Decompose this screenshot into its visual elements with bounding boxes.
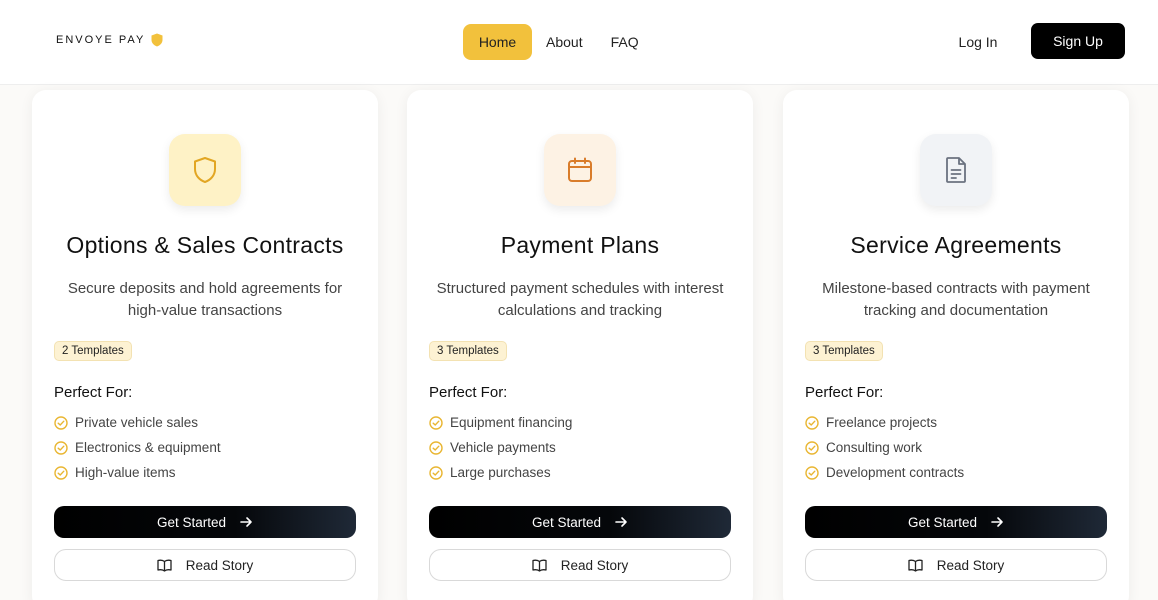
feature-item: Large purchases	[429, 465, 551, 480]
feature-label: Development contracts	[826, 465, 965, 480]
category-card-payment-plans: Payment Plans Structured payment schedul…	[407, 90, 753, 600]
card-icon-box	[169, 134, 241, 206]
card-description: Structured payment schedules with intere…	[436, 280, 724, 319]
check-circle-icon	[805, 465, 819, 480]
get-started-label: Get Started	[156, 514, 227, 530]
document-icon	[946, 157, 966, 183]
main-nav: Home About FAQ	[463, 24, 653, 60]
get-started-label: Get Started	[907, 514, 978, 530]
login-link[interactable]: Log In	[944, 24, 1012, 60]
read-story-label: Read Story	[560, 557, 629, 573]
nav-home-link[interactable]: Home	[463, 24, 532, 60]
feature-label: Large purchases	[450, 465, 551, 480]
check-circle-icon	[54, 465, 68, 480]
check-circle-icon	[429, 440, 443, 455]
category-card-service-agreements: Service Agreements Milestone-based contr…	[783, 90, 1129, 600]
card-icon-box	[920, 134, 992, 206]
brand-name: ENVOYE PAY	[56, 34, 146, 46]
book-open-icon	[908, 559, 923, 572]
card-description: Secure deposits and hold agreements for …	[67, 280, 343, 319]
signup-button[interactable]: Sign Up	[1031, 23, 1125, 59]
perfect-for-heading: Perfect For:	[805, 384, 884, 401]
feature-label: Vehicle payments	[450, 440, 556, 455]
site-header: ENVOYE PAY Home About FAQ Log In Sign Up	[0, 0, 1158, 85]
feature-item: Development contracts	[805, 465, 964, 480]
card-icon-box	[544, 134, 616, 206]
nav-faq-link[interactable]: FAQ	[597, 24, 653, 60]
card-description: Milestone-based contracts with payment t…	[822, 280, 1090, 319]
templates-badge: 3 Templates	[805, 341, 883, 361]
shield-icon	[194, 157, 216, 183]
shield-icon	[151, 33, 163, 47]
perfect-for-heading: Perfect For:	[54, 384, 133, 401]
read-story-button[interactable]: Read Story	[429, 549, 731, 581]
feature-label: High-value items	[75, 465, 176, 480]
feature-item: Vehicle payments	[429, 440, 556, 455]
perfect-for-heading: Perfect For:	[429, 384, 508, 401]
check-circle-icon	[805, 415, 819, 430]
get-started-button[interactable]: Get Started	[429, 506, 731, 538]
book-open-icon	[157, 559, 172, 572]
feature-item: Private vehicle sales	[54, 415, 198, 430]
calendar-icon	[568, 157, 592, 182]
get-started-button[interactable]: Get Started	[54, 506, 356, 538]
feature-item: Consulting work	[805, 440, 922, 455]
arrow-right-icon	[615, 517, 627, 527]
read-story-button[interactable]: Read Story	[54, 549, 356, 581]
feature-label: Electronics & equipment	[75, 440, 221, 455]
arrow-right-icon	[991, 517, 1003, 527]
category-card-options-sales: Options & Sales Contracts Secure deposit…	[32, 90, 378, 600]
read-story-button[interactable]: Read Story	[805, 549, 1107, 581]
check-circle-icon	[429, 415, 443, 430]
check-circle-icon	[54, 440, 68, 455]
get-started-label: Get Started	[531, 514, 602, 530]
check-circle-icon	[805, 440, 819, 455]
templates-badge: 2 Templates	[54, 341, 132, 361]
brand-logo[interactable]: ENVOYE PAY	[56, 33, 163, 47]
feature-label: Equipment financing	[450, 415, 573, 430]
arrow-right-icon	[240, 517, 252, 527]
feature-item: Equipment financing	[429, 415, 572, 430]
feature-label: Freelance projects	[826, 415, 938, 430]
check-circle-icon	[429, 465, 443, 480]
book-open-icon	[532, 559, 547, 572]
feature-item: Freelance projects	[805, 415, 937, 430]
feature-item: Electronics & equipment	[54, 440, 221, 455]
get-started-button[interactable]: Get Started	[805, 506, 1107, 538]
read-story-label: Read Story	[936, 557, 1005, 573]
feature-label: Private vehicle sales	[75, 415, 199, 430]
templates-badge: 3 Templates	[429, 341, 507, 361]
feature-item: High-value items	[54, 465, 176, 480]
card-title: Options & Sales Contracts	[66, 232, 344, 258]
read-story-label: Read Story	[185, 557, 254, 573]
feature-label: Consulting work	[826, 440, 923, 455]
card-title: Service Agreements	[850, 232, 1062, 258]
nav-about-link[interactable]: About	[532, 24, 597, 60]
card-title: Payment Plans	[500, 232, 660, 258]
check-circle-icon	[54, 415, 68, 430]
